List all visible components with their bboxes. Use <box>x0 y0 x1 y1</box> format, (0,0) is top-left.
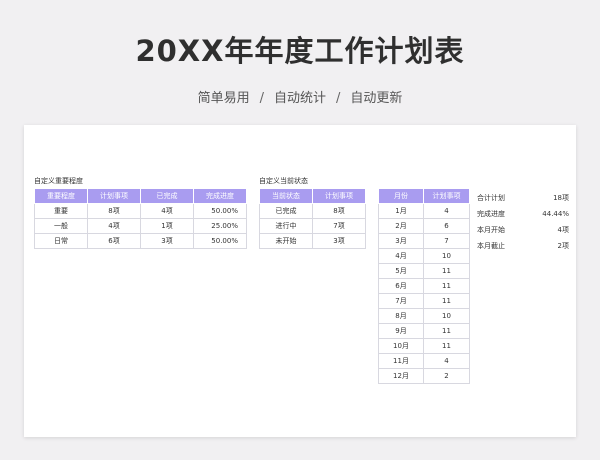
table-cell[interactable]: 8项 <box>87 203 141 219</box>
table-row: 一般 4项 1项 25.00% <box>34 218 247 234</box>
table-row: 进行中 7项 <box>259 218 366 234</box>
table-cell[interactable]: 日常 <box>34 233 88 249</box>
table-row: 6月 11 <box>378 278 470 294</box>
table-cell[interactable]: 6 <box>423 218 470 234</box>
table-cell[interactable]: 3月 <box>378 233 424 249</box>
summary-value[interactable]: 4项 <box>558 222 569 238</box>
table-cell[interactable]: 11 <box>423 293 470 309</box>
column-header[interactable]: 计划事项 <box>423 188 470 204</box>
subtitle-separator: / <box>336 91 341 106</box>
status-table-label: 自定义当前状态 <box>259 177 308 185</box>
table-cell[interactable]: 已完成 <box>259 203 313 219</box>
summary-row: 本月截止 2项 <box>477 238 569 254</box>
table-cell[interactable]: 11 <box>423 263 470 279</box>
column-header[interactable]: 当前状态 <box>259 188 313 204</box>
table-cell[interactable]: 2 <box>423 368 470 384</box>
summary-label: 本月截止 <box>477 242 505 250</box>
table-cell[interactable]: 10 <box>423 308 470 324</box>
table-cell[interactable]: 6项 <box>87 233 141 249</box>
table-cell[interactable]: 11 <box>423 338 470 354</box>
summary-panel: 合计计划 18项完成进度 44.44% 本月开始 4项本月截止 2项 <box>477 190 569 254</box>
column-header[interactable]: 已完成 <box>140 188 194 204</box>
table-cell[interactable]: 11 <box>423 278 470 294</box>
table-cell[interactable]: 3项 <box>312 233 366 249</box>
summary-row: 完成进度 44.44% <box>477 206 569 222</box>
table-cell[interactable]: 25.00% <box>193 218 247 234</box>
table-cell[interactable]: 3项 <box>140 233 194 249</box>
column-header[interactable]: 月份 <box>378 188 424 204</box>
table-cell[interactable]: 10 <box>423 248 470 264</box>
subtitle-part-3: 自动更新 <box>350 91 403 106</box>
table-cell[interactable]: 50.00% <box>193 233 247 249</box>
table-cell[interactable]: 4月 <box>378 248 424 264</box>
table-cell[interactable]: 4 <box>423 353 470 369</box>
month-header-row: 月份 计划事项 <box>378 188 470 204</box>
table-cell[interactable]: 4项 <box>140 203 194 219</box>
table-cell[interactable]: 12月 <box>378 368 424 384</box>
table-cell[interactable]: 4 <box>423 203 470 219</box>
table-cell[interactable]: 8项 <box>312 203 366 219</box>
table-cell[interactable]: 10月 <box>378 338 424 354</box>
table-cell[interactable]: 一般 <box>34 218 88 234</box>
table-row: 3月 7 <box>378 233 470 249</box>
column-header[interactable]: 重要程度 <box>34 188 88 204</box>
table-row: 2月 6 <box>378 218 470 234</box>
table-row: 已完成 8项 <box>259 203 366 219</box>
table-row: 4月 10 <box>378 248 470 264</box>
spreadsheet-area: 自定义重要程度 重要程度 计划事项 已完成 完成进度 重要 8项 4项 50.00% 一般 4项… <box>24 125 576 437</box>
table-row: 日常 6项 3项 50.00% <box>34 233 247 249</box>
table-row: 9月 11 <box>378 323 470 339</box>
page-title: 20XX年年度工作计划表 <box>135 34 465 68</box>
subtitle-part-2: 自动统计 <box>273 91 326 106</box>
table-row: 8月 10 <box>378 308 470 324</box>
table-cell[interactable]: 9月 <box>378 323 424 339</box>
table-cell[interactable]: 6月 <box>378 278 424 294</box>
table-cell[interactable]: 8月 <box>378 308 424 324</box>
table-row: 12月 2 <box>378 368 470 384</box>
table-cell[interactable]: 50.00% <box>193 203 247 219</box>
summary-label: 合计计划 <box>477 194 505 202</box>
table-row: 10月 11 <box>378 338 470 354</box>
column-header[interactable]: 计划事项 <box>312 188 366 204</box>
importance-table-label: 自定义重要程度 <box>34 177 83 185</box>
importance-header-row: 重要程度 计划事项 已完成 完成进度 <box>34 188 247 204</box>
summary-label: 本月开始 <box>477 226 505 234</box>
table-row: 重要 8项 4项 50.00% <box>34 203 247 219</box>
summary-value[interactable]: 18项 <box>553 190 569 206</box>
summary-value[interactable]: 44.44% <box>542 206 569 222</box>
subtitle-part-1: 简单易用 <box>197 91 250 106</box>
table-cell[interactable]: 5月 <box>378 263 424 279</box>
summary-row: 合计计划 18项 <box>477 190 569 206</box>
table-row: 1月 4 <box>378 203 470 219</box>
status-table: 当前状态 计划事项 已完成 8项 进行中 7项 未开始 3项 <box>259 188 366 249</box>
table-row: 11月 4 <box>378 353 470 369</box>
table-cell[interactable]: 11月 <box>378 353 424 369</box>
table-row: 5月 11 <box>378 263 470 279</box>
column-header[interactable]: 计划事项 <box>87 188 141 204</box>
table-cell[interactable]: 7 <box>423 233 470 249</box>
table-cell[interactable]: 1项 <box>140 218 194 234</box>
table-row: 未开始 3项 <box>259 233 366 249</box>
table-cell[interactable]: 7项 <box>312 218 366 234</box>
subtitle: 简单易用 / 自动统计 / 自动更新 <box>0 87 600 106</box>
importance-table: 重要程度 计划事项 已完成 完成进度 重要 8项 4项 50.00% 一般 4项 1项 25.00%… <box>34 188 247 249</box>
subtitle-separator: / <box>259 91 264 106</box>
table-cell[interactable]: 7月 <box>378 293 424 309</box>
table-cell[interactable]: 2月 <box>378 218 424 234</box>
table-cell[interactable]: 4项 <box>87 218 141 234</box>
summary-label: 完成进度 <box>477 210 505 218</box>
table-cell[interactable]: 未开始 <box>259 233 313 249</box>
status-header-row: 当前状态 计划事项 <box>259 188 366 204</box>
table-cell[interactable]: 进行中 <box>259 218 313 234</box>
table-row: 7月 11 <box>378 293 470 309</box>
column-header[interactable]: 完成进度 <box>193 188 247 204</box>
summary-row: 本月开始 4项 <box>477 222 569 238</box>
table-cell[interactable]: 11 <box>423 323 470 339</box>
table-cell[interactable]: 1月 <box>378 203 424 219</box>
month-table: 月份 计划事项 1月 4 2月 6 3月 7 4月 10 5月 11 6月 11 7月 11 8月 10 9月 11… <box>378 188 470 384</box>
summary-value[interactable]: 2项 <box>558 238 569 254</box>
table-cell[interactable]: 重要 <box>34 203 88 219</box>
